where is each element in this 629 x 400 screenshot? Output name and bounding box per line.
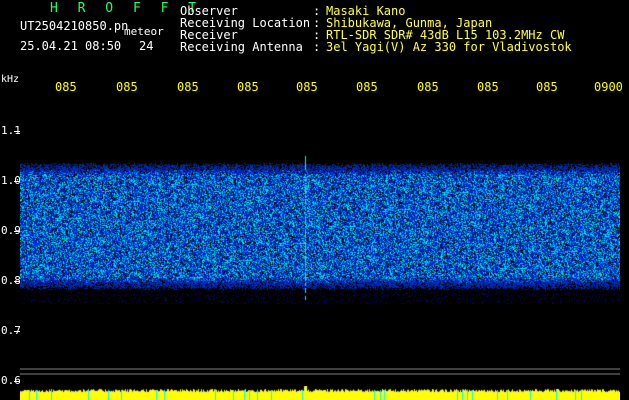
time-tick: 085: [477, 80, 499, 94]
time-tick: 085: [296, 80, 318, 94]
antenna-value: 3el Yagi(V) Az 330 for Vladivostok: [326, 40, 572, 54]
time-tick: 085: [116, 80, 138, 94]
filename-label: UT2504210850.pn: [20, 19, 129, 33]
time-tick: 085: [177, 80, 199, 94]
time-tick: 085: [237, 80, 259, 94]
antenna-label: Receiving Antenna: [180, 40, 303, 54]
unit-label: kHz: [1, 74, 20, 85]
antenna-colon: :: [313, 40, 321, 54]
datetime-label: 25.04.21 08:50: [20, 39, 122, 53]
meteor-count: 24: [139, 39, 154, 53]
spectrogram-plot: [20, 100, 620, 386]
signal-strength-bar: [20, 386, 620, 400]
spectrogram-overlay: [20, 368, 620, 375]
time-tick: 085: [536, 80, 558, 94]
time-tick: 085: [55, 80, 77, 94]
time-tick: 085: [417, 80, 439, 94]
time-tick: 0900: [594, 80, 623, 94]
hrofft-screen: H R O F F T UT2504210850.pn meteor 25.04…: [0, 0, 629, 400]
mode-label: meteor: [124, 25, 164, 38]
time-tick: 085: [356, 80, 378, 94]
